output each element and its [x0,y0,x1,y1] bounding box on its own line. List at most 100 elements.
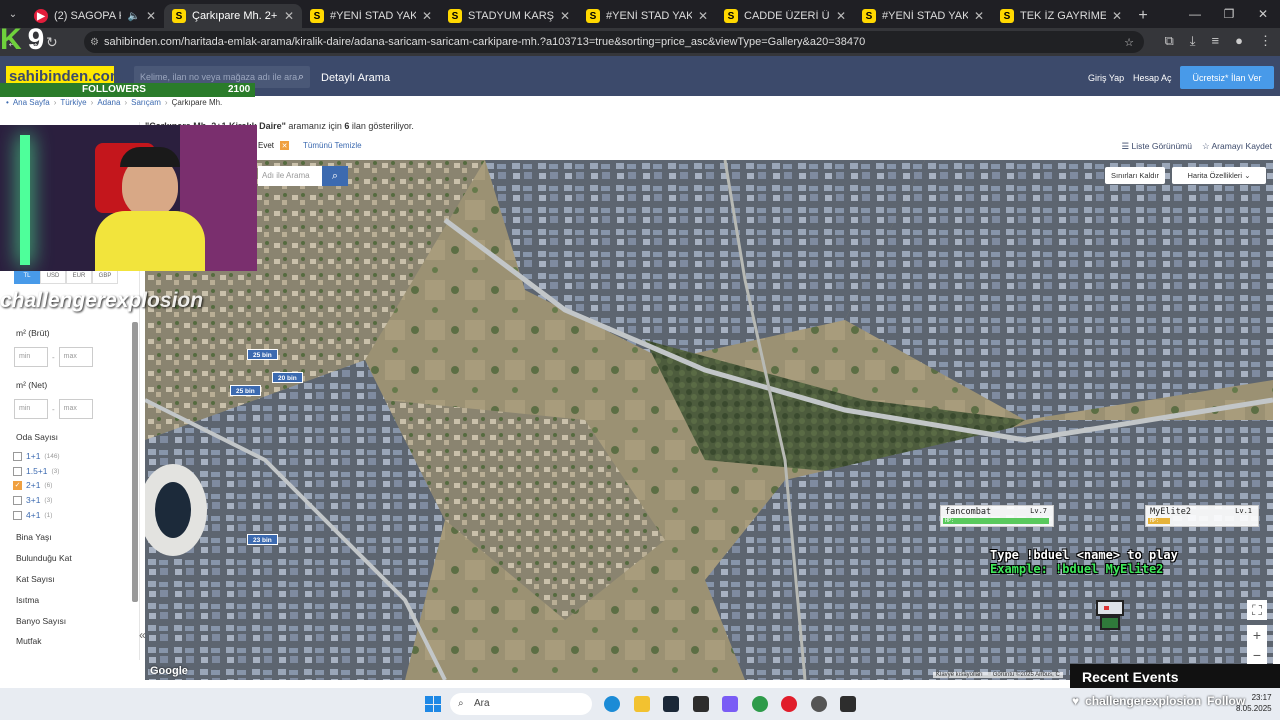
taskbar-search[interactable]: ⌕ Ara [450,693,592,715]
filter-section[interactable]: Kat Sayısı [16,574,55,584]
room-option[interactable]: 1.5+1 (3) [13,466,59,476]
tab[interactable]: S #YENİ STAD YAKINI İSKAN ✕ [854,4,992,28]
room-label: 1+1 [26,451,41,461]
windows-start-icon[interactable] [425,696,441,712]
streamer-handle: challengerexplosion [0,289,204,312]
tab[interactable]: S #YENİ STAD YAKINI İSKAN ✕ [578,4,716,28]
restore-icon[interactable]: ❐ [1212,0,1246,28]
filter-section[interactable]: Bulunduğu Kat [16,553,72,563]
detailed-search-link[interactable]: Detaylı Arama [321,72,390,84]
range-dash: - [52,404,55,414]
remove-bounds-button[interactable]: Sınırları Kaldır [1105,167,1165,184]
close-tab-icon[interactable]: ✕ [560,9,570,23]
epic-games-icon[interactable] [840,696,856,712]
price-pin[interactable]: 25 bin [230,385,261,396]
area-net-label: m² (Net) [16,380,48,390]
tab[interactable]: S STADYUM KARŞISI MACER ✕ [440,4,578,28]
search-icon[interactable]: ⌕ [298,66,304,88]
filter-section[interactable]: Banyo Sayısı [16,616,66,626]
minimize-icon[interactable]: — [1178,0,1212,28]
breadcrumb-item[interactable]: Adana [97,98,120,107]
edge-icon[interactable] [604,696,620,712]
price-pin[interactable]: 23 bin [247,534,278,545]
search-icon: ⌕ [458,698,464,709]
remove-filter-icon[interactable]: ✕ [280,141,290,150]
keyboard-shortcuts-link[interactable]: Klavye kısayolları [936,672,983,678]
close-tab-icon[interactable]: ✕ [284,9,294,23]
area-gross-min[interactable]: min [14,347,48,367]
close-tab-icon[interactable]: ✕ [1112,9,1122,23]
clear-all-link[interactable]: Tümünü Temizle [303,141,362,150]
breadcrumb-item[interactable]: Ana Sayfa [13,98,50,107]
search-icon[interactable]: ⌕ [322,166,348,186]
new-tab-button[interactable]: + [1130,4,1156,28]
area-gross-max[interactable]: max [58,347,93,367]
download-icon[interactable]: ⤓ [1190,33,1196,49]
zoom-out-button[interactable]: − [1247,645,1267,665]
price-pin[interactable]: 20 bin [272,372,303,383]
close-window-icon[interactable]: ✕ [1246,0,1280,28]
filter-chip-label: Evet [258,141,275,150]
area-gross-label: m² (Brüt) [16,328,50,338]
close-tab-icon[interactable]: ✕ [974,9,984,23]
tab-youtube[interactable]: ▶ (2) SAGOPA KAJMER 🔈 ✕ [26,4,164,28]
epic-games-icon[interactable] [693,696,709,712]
map-search-input[interactable]: Adı ile Arama [258,166,322,186]
url-field[interactable]: ⚙ sahibinden.com/haritada-emlak-arama/ki… [84,31,1144,53]
close-tab-icon[interactable]: ✕ [698,9,708,23]
menu-icon[interactable]: ⋮ [1259,33,1272,49]
opera-icon[interactable] [781,696,797,712]
room-option[interactable]: ✓ 2+1 (6) [13,480,52,490]
app-icon[interactable] [811,696,827,712]
steam-icon[interactable] [663,696,679,712]
free-ad-button[interactable]: Ücretsiz* İlan Ver [1180,66,1274,89]
tab-active[interactable]: S Çarkıpare Mh. 2+1 Kiralık ✕ [164,4,302,28]
fullscreen-icon[interactable]: ⛶ [1247,600,1267,620]
save-search-link[interactable]: ☆ Aramayı Kaydet [1202,141,1272,152]
profile-icon[interactable]: ● [1235,33,1243,49]
checkbox[interactable] [13,495,22,505]
checkbox[interactable] [13,451,22,461]
list-view-link[interactable]: ☰ Liste Görünümü [1122,141,1192,152]
filter-section[interactable]: Bina Yaşı [16,532,52,542]
room-option[interactable]: 1+1 (146) [13,451,60,461]
register-link[interactable]: Hesap Aç [1133,73,1172,83]
room-option[interactable]: 4+1 (1) [13,510,52,520]
sahibinden-icon: S [862,9,876,23]
zoom-in-button[interactable]: + [1247,625,1267,645]
login-link[interactable]: Giriş Yap [1088,73,1124,83]
copilot-icon[interactable] [722,696,738,712]
checkbox[interactable] [13,466,22,476]
chrome-icon[interactable] [752,696,768,712]
close-tab-icon[interactable]: ✕ [422,9,432,23]
filter-section[interactable]: Isıtma [16,595,39,605]
area-net-max[interactable]: max [58,399,93,419]
close-tab-icon[interactable]: ✕ [836,9,846,23]
speaker-icon[interactable]: 🔈 [127,11,139,22]
room-option[interactable]: 3+1 (3) [13,495,52,505]
filter-section[interactable]: Mutfak [16,636,42,646]
checkbox[interactable] [13,510,22,520]
tab[interactable]: S CADDE ÜZERİ ÜNİVERSİTE ✕ [716,4,854,28]
sahibinden-icon: S [310,9,324,23]
map-features-label: Harita Özellikleri [1187,171,1243,180]
media-icon[interactable]: ≡ [1212,33,1220,49]
google-logo: Google [150,665,188,677]
file-explorer-icon[interactable] [634,696,650,712]
extensions-icon[interactable]: ⧉ [1165,33,1174,49]
map-features-dropdown[interactable]: Harita Özellikleri ⌄ [1172,167,1266,184]
tab[interactable]: S #YENİ STAD YAKINI İSKAN ✕ [302,4,440,28]
checkbox-checked[interactable]: ✓ [13,480,22,490]
bookmark-star-icon[interactable]: ☆ [1124,36,1134,49]
follow-label: Follow [1207,694,1246,708]
site-info-icon[interactable]: ⚙ [90,37,99,48]
area-net-min[interactable]: min [14,399,48,419]
close-tab-icon[interactable]: ✕ [146,9,156,23]
sidebar-scrollbar[interactable] [132,322,138,602]
tab[interactable]: S TEK İZ GAYRİMENKULDEN ✕ [992,4,1130,28]
breadcrumb-item[interactable]: Türkiye [60,98,86,107]
breadcrumb-item[interactable]: Sarıçam [131,98,161,107]
game-example: Example: !bduel MyElite2 [990,562,1164,576]
price-pin[interactable]: 25 bin [247,349,278,360]
tab-title: #YENİ STAD YAKINI İSKAN [882,10,968,22]
